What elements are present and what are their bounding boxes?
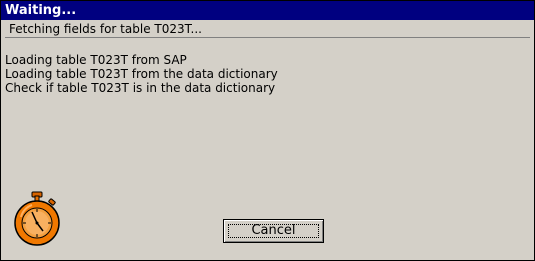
log-line: Loading table T023T from SAP: [5, 53, 187, 67]
cancel-button[interactable]: Cancel: [223, 219, 324, 243]
title-bar[interactable]: Waiting...: [1, 1, 534, 20]
log-line: Check if table T023T is in the data dict…: [5, 81, 276, 95]
cancel-button-label: Cancel: [251, 223, 296, 238]
log-list: Loading table T023T from SAP Loading tab…: [5, 53, 530, 95]
log-line: Loading table T023T from the data dictio…: [5, 67, 278, 81]
window-title: Waiting...: [5, 3, 77, 18]
stopwatch-icon: [12, 191, 62, 247]
current-status: Fetching fields for table T023T...: [5, 22, 530, 38]
message-area: Fetching fields for table T023T... Loadi…: [5, 22, 530, 95]
waiting-dialog: Waiting... Fetching fields for table T02…: [0, 0, 535, 261]
